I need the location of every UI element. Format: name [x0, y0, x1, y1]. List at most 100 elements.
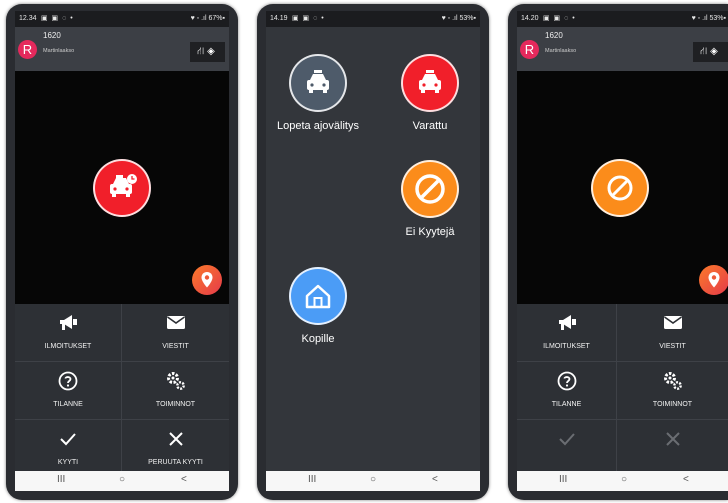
peruuta-kyyti-button[interactable]: PERUUTA KYYTI: [122, 420, 229, 478]
close-icon: [168, 432, 183, 446]
header-icons[interactable]: ⛙◈: [693, 42, 728, 62]
status-right: ♥ ◦ .ıl 53%▪: [441, 15, 476, 22]
gears-icon: [166, 372, 185, 390]
taxi-icon: [307, 70, 329, 93]
kopille-label: Kopille: [301, 333, 335, 345]
antenna-icon[interactable]: ⛙: [197, 46, 207, 57]
header-icons[interactable]: ⛙◈: [190, 42, 225, 62]
viestit-button[interactable]: VIESTIT: [122, 304, 229, 362]
avatar[interactable]: R: [520, 40, 539, 59]
home-button[interactable]: ○: [621, 474, 627, 485]
recents-button[interactable]: III: [559, 474, 567, 485]
status-right: ♥ ◦ .ıl 53%▪: [691, 15, 726, 22]
back-button[interactable]: <: [181, 474, 187, 485]
block-icon: [415, 174, 445, 204]
recents-button[interactable]: III: [57, 474, 65, 485]
map-pin-icon: [201, 272, 213, 288]
locate-icon[interactable]: ◈: [207, 46, 218, 57]
tilanne-button[interactable]: TILANNE: [15, 362, 122, 420]
phone-frame-2: 14.19 ▣ ▣ ◌ • ♥ ◦ .ıl 53%▪ Lopeta ajoväl…: [257, 4, 489, 500]
gears-icon: [663, 372, 682, 390]
action-grid: ILMOITUKSET VIESTIT TILANNE TOIMINNOT KY…: [15, 304, 229, 478]
status-right: ♥ ◦ .ıl 67%▪: [190, 15, 225, 22]
area-name: Martinlaakso: [545, 48, 577, 54]
megaphone-icon: [558, 315, 576, 330]
toiminnot-label: TOIMINNOT: [155, 401, 196, 408]
map-pin-icon: [708, 272, 720, 288]
kopille-option[interactable]: Kopille: [279, 267, 357, 345]
app-header: R 1620 Martinlaakso ⛙◈: [15, 27, 229, 71]
area-name: Martinlaakso: [43, 48, 75, 54]
varattu-option[interactable]: Varattu: [391, 54, 469, 132]
taxi-busy-icon: [419, 70, 441, 93]
antenna-icon[interactable]: ⛙: [700, 46, 710, 57]
ei-kyyteja-option[interactable]: Ei Kyytejä: [391, 160, 469, 238]
peruuta-kyyti-label: PERUUTA KYYTI: [148, 459, 203, 466]
phone-frame-3: 14.20 ▣ ▣ ◌ • ♥ ◦ .ıl 53%▪ R 1620 Martin…: [508, 4, 728, 500]
tilanne-label: TILANNE: [53, 401, 83, 408]
toiminnot-label: TOIMINNOT: [652, 401, 693, 408]
envelope-icon: [663, 316, 682, 329]
status-time: 14.20: [521, 15, 539, 22]
peruuta-kyyti-button-disabled: [617, 420, 728, 478]
notification-icons: ▣ ▣ ◌ •: [292, 15, 325, 22]
status-bar: 12.34 ▣ ▣ ◌ • ♥ ◦ .ıl 67%▪: [15, 11, 229, 27]
status-time: 14.19: [270, 15, 288, 22]
lopeta-ajovalitys-label: Lopeta ajovälitys: [277, 120, 359, 132]
locate-icon[interactable]: ◈: [710, 46, 721, 57]
screen-main-orange: 14.20 ▣ ▣ ◌ • ♥ ◦ .ıl 53%▪ R 1620 Martin…: [517, 11, 728, 491]
ei-kyyteja-label: Ei Kyytejä: [405, 226, 455, 238]
ilmoitukset-label: ILMOITUKSET: [543, 343, 590, 350]
unit-number: 1620: [43, 31, 61, 40]
tilanne-label: TILANNE: [551, 401, 582, 408]
notification-icons: ▣ ▣ ◌ •: [543, 15, 576, 22]
status-button-varattu[interactable]: [93, 158, 151, 217]
back-button[interactable]: <: [432, 474, 438, 485]
system-navbar: III ○ <: [517, 471, 728, 491]
avatar[interactable]: R: [18, 40, 37, 59]
status-time: 12.34: [19, 15, 37, 22]
app-header: R 1620 Martinlaakso ⛙◈: [517, 27, 728, 71]
status-bar: 14.20 ▣ ▣ ◌ • ♥ ◦ .ıl 53%▪: [517, 11, 728, 27]
status-menu: Lopeta ajovälitys Varattu Ei Kyytejä Kop…: [266, 27, 480, 471]
kyyti-button-disabled: [517, 420, 617, 478]
check-icon: [60, 433, 76, 446]
home-button[interactable]: ○: [370, 474, 376, 485]
screen-main-red: 12.34 ▣ ▣ ◌ • ♥ ◦ .ıl 67%▪ R 1620 Martin…: [15, 11, 229, 491]
location-pin-button[interactable]: [192, 265, 222, 295]
kyyti-label: KYYTI: [57, 459, 79, 466]
viestit-label: VIESTIT: [659, 343, 686, 350]
home-icon: [305, 284, 331, 309]
status-bar: 14.19 ▣ ▣ ◌ • ♥ ◦ .ıl 53%▪: [266, 11, 480, 27]
back-button[interactable]: <: [683, 474, 689, 485]
megaphone-icon: [60, 315, 77, 330]
screen-status-menu: 14.19 ▣ ▣ ◌ • ♥ ◦ .ıl 53%▪ Lopeta ajoväl…: [266, 11, 480, 491]
map-view[interactable]: [517, 71, 728, 304]
kyyti-button[interactable]: KYYTI: [15, 420, 122, 478]
toiminnot-button[interactable]: TOIMINNOT: [122, 362, 229, 420]
block-icon: [607, 175, 633, 200]
notification-icons: ▣ ▣ ◌ •: [41, 15, 74, 22]
phone-frame-1: 12.34 ▣ ▣ ◌ • ♥ ◦ .ıl 67%▪ R 1620 Martin…: [6, 4, 238, 500]
map-view[interactable]: [15, 71, 229, 304]
toiminnot-button[interactable]: TOIMINNOT: [617, 362, 728, 420]
action-grid: ILMOITUKSET VIESTIT TILANNE TOIMINNOT: [517, 304, 728, 478]
envelope-icon: [166, 316, 185, 329]
check-icon: [558, 433, 575, 446]
question-icon: [58, 371, 78, 391]
unit-number: 1620: [545, 31, 563, 40]
system-navbar: III ○ <: [15, 471, 229, 491]
home-button[interactable]: ○: [119, 474, 125, 485]
question-icon: [557, 371, 576, 391]
ilmoitukset-button[interactable]: ILMOITUKSET: [15, 304, 122, 362]
ilmoitukset-button[interactable]: ILMOITUKSET: [517, 304, 617, 362]
status-button-ei-kyyteja[interactable]: [591, 158, 650, 217]
ilmoitukset-label: ILMOITUKSET: [44, 343, 92, 350]
location-pin-button[interactable]: [699, 265, 728, 295]
system-navbar: III ○ <: [266, 471, 480, 491]
viestit-button[interactable]: VIESTIT: [617, 304, 728, 362]
lopeta-ajovalitys-option[interactable]: Lopeta ajovälitys: [268, 54, 368, 132]
taxi-busy-icon: [110, 173, 137, 197]
recents-button[interactable]: III: [308, 474, 316, 485]
tilanne-button[interactable]: TILANNE: [517, 362, 617, 420]
